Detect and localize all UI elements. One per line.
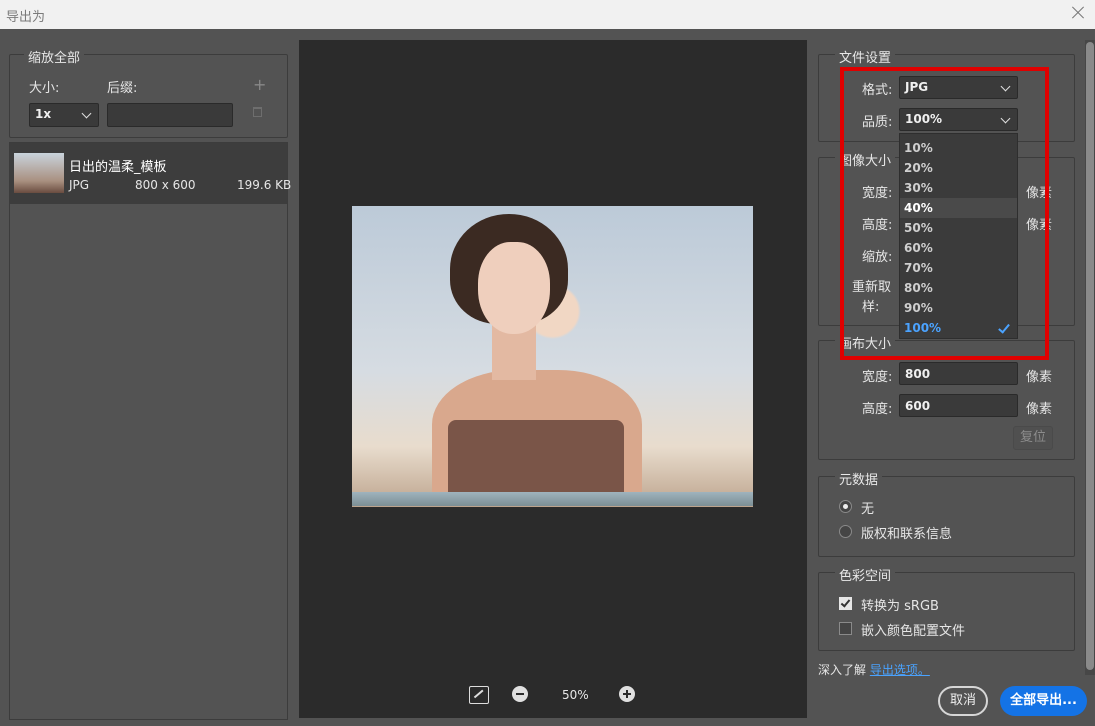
quality-select-value: 100% (905, 112, 943, 126)
quality-label: 品质: (862, 115, 893, 130)
quality-option-label: 60% (904, 241, 933, 255)
format-select[interactable]: JPG (899, 76, 1018, 99)
title-bar: 导出为 (0, 0, 1095, 29)
asset-format: JPG (69, 178, 90, 192)
canvas-size-title: 画布大小 (835, 333, 896, 352)
quality-option[interactable]: 60% (900, 238, 1017, 258)
size-select[interactable]: 1x (29, 103, 99, 127)
size-label: 大小: (29, 81, 60, 96)
metadata-none-radio[interactable] (839, 500, 852, 513)
quality-option-label: 90% (904, 301, 933, 315)
quality-option[interactable]: 70% (900, 258, 1017, 278)
image-height-unit: 像素 (1026, 218, 1053, 233)
chevron-down-icon (1000, 81, 1011, 92)
metadata-copyright-radio[interactable] (839, 525, 852, 538)
metadata-copyright-label: 版权和联系信息 (861, 527, 953, 542)
quality-option[interactable]: 10% (900, 138, 1017, 158)
metadata-none-label: 无 (861, 502, 875, 517)
asset-filesize: 199.6 KB (237, 178, 292, 192)
quality-option[interactable]: 20% (900, 158, 1017, 178)
quality-option[interactable]: 80% (900, 278, 1017, 298)
preview-image-sea (352, 492, 753, 506)
window-title: 导出为 (6, 10, 46, 25)
color-space-group: 色彩空间 (818, 565, 1075, 651)
cancel-button[interactable]: 取消 (938, 686, 988, 716)
scale-all-title: 缩放全部 (24, 47, 85, 66)
quality-option-label: 40% (904, 201, 933, 215)
asset-dimensions: 800 x 600 (135, 178, 196, 192)
quality-option-label: 80% (904, 281, 933, 295)
format-label: 格式: (862, 83, 893, 98)
quality-option-label: 10% (904, 141, 933, 155)
quality-option[interactable]: 100% (900, 318, 1017, 338)
image-height-label: 高度: (862, 218, 893, 233)
zoom-in-icon[interactable] (619, 686, 635, 702)
export-options-link[interactable]: 导出选项。 (870, 663, 930, 677)
quality-option[interactable]: 30% (900, 178, 1017, 198)
image-width-unit: 像素 (1026, 186, 1053, 201)
canvas-width-unit: 像素 (1026, 370, 1053, 385)
convert-srgb-label: 转换为 sRGB (861, 599, 939, 614)
resample-label: 重新取 (852, 280, 892, 295)
metadata-title: 元数据 (835, 469, 883, 488)
format-select-value: JPG (905, 80, 929, 94)
learn-more-prefix: 深入了解 (818, 663, 867, 677)
close-icon[interactable] (1069, 4, 1087, 22)
file-settings-title: 文件设置 (835, 47, 896, 66)
asset-name: 日出的温柔_模板 (69, 160, 167, 175)
embed-profile-label: 嵌入颜色配置文件 (861, 624, 966, 639)
convert-srgb-checkbox[interactable] (839, 597, 852, 610)
suffix-label: 后缀: (107, 81, 138, 96)
quality-option-label: 20% (904, 161, 933, 175)
quality-option-label: 50% (904, 221, 933, 235)
canvas-width-label: 宽度: (862, 370, 893, 385)
size-select-value: 1x (35, 107, 52, 121)
chevron-down-icon (81, 108, 92, 119)
metadata-group: 元数据 (818, 469, 1075, 557)
preview-image-face (478, 242, 550, 334)
image-size-title: 图像大小 (835, 150, 896, 169)
trash-icon[interactable] (253, 107, 262, 117)
quality-option-label: 30% (904, 181, 933, 195)
embed-profile-checkbox[interactable] (839, 622, 852, 635)
fit-view-icon[interactable] (469, 686, 489, 704)
canvas-height-label: 高度: (862, 402, 893, 417)
canvas-height-input[interactable]: 600 (899, 394, 1018, 417)
quality-option-label: 100% (904, 321, 942, 335)
zoom-out-icon[interactable] (512, 686, 528, 702)
scale-label: 缩放: (862, 250, 893, 265)
quality-dropdown-menu: 10% 20% 30% 40% 50% 60% 70% 80% 90% 100% (899, 133, 1018, 339)
zoom-level: 50% (562, 688, 589, 702)
canvas-width-input[interactable]: 800 (899, 362, 1018, 385)
quality-select[interactable]: 100% (899, 108, 1018, 131)
quality-option[interactable]: 40% (900, 198, 1017, 218)
image-width-label: 宽度: (862, 186, 893, 201)
asset-list (9, 142, 288, 720)
suffix-input[interactable] (107, 103, 233, 127)
learn-more: 深入了解 导出选项。 (818, 661, 930, 678)
asset-thumbnail (14, 153, 64, 193)
quality-option[interactable]: 90% (900, 298, 1017, 318)
canvas-height-unit: 像素 (1026, 402, 1053, 417)
resample-label-cont: 样: (862, 300, 880, 315)
chevron-down-icon (1000, 113, 1011, 124)
quality-option-label: 70% (904, 261, 933, 275)
quality-option[interactable]: 50% (900, 218, 1017, 238)
plus-icon[interactable]: + (253, 75, 266, 94)
scrollbar-thumb[interactable] (1086, 42, 1094, 670)
checkmark-icon (998, 321, 1010, 334)
reset-button[interactable]: 复位 (1013, 426, 1053, 450)
export-all-button[interactable]: 全部导出... (1000, 686, 1087, 716)
color-space-title: 色彩空间 (835, 565, 896, 584)
